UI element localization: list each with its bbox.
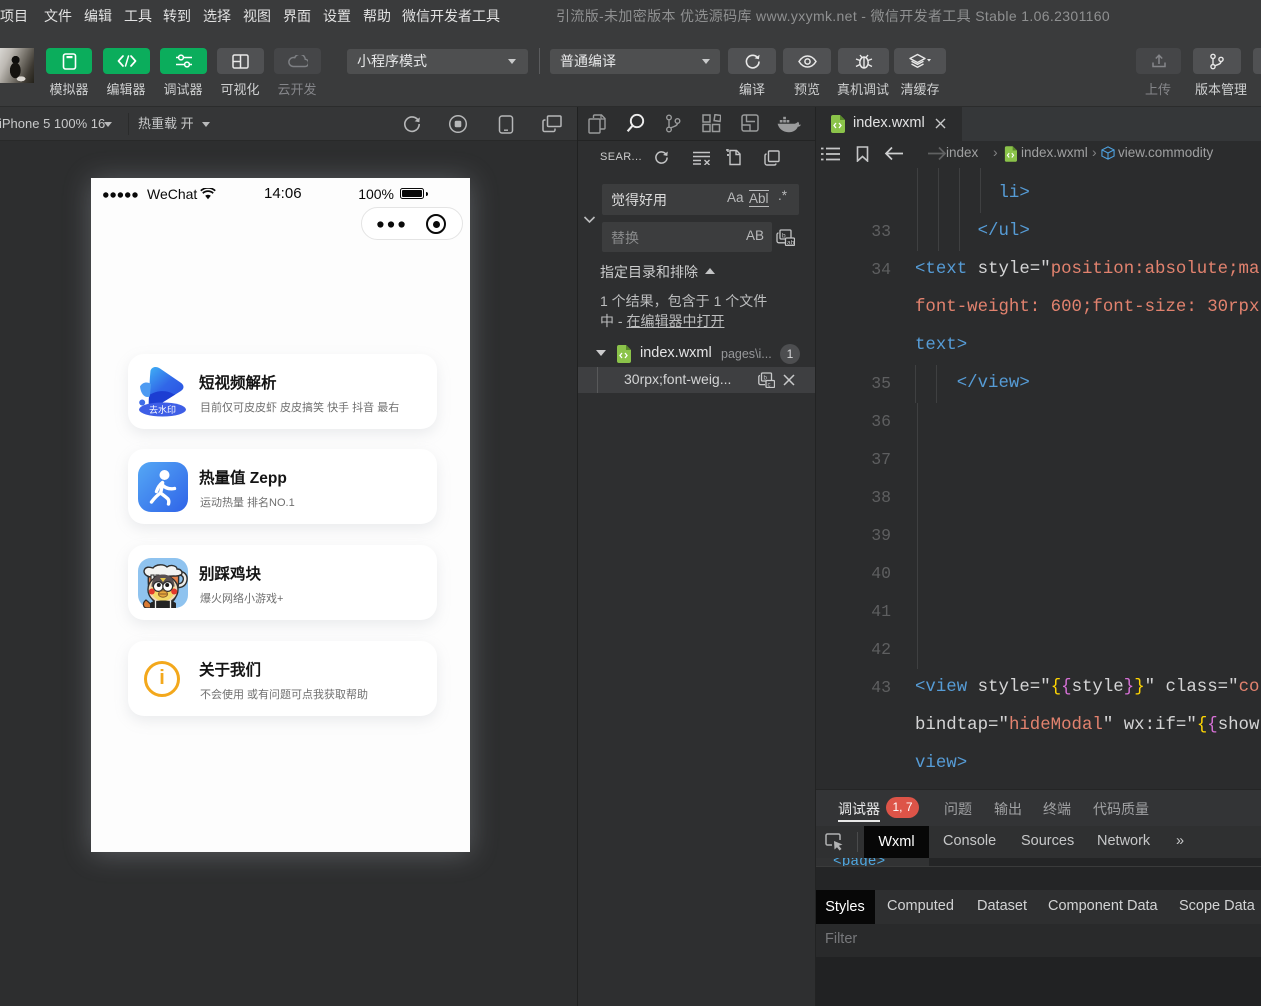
svg-text:去水印: 去水印 [149, 403, 176, 416]
svg-text:b: b [782, 233, 786, 240]
svg-text:ab: ab [787, 240, 795, 247]
svg-text:c: c [768, 383, 771, 389]
